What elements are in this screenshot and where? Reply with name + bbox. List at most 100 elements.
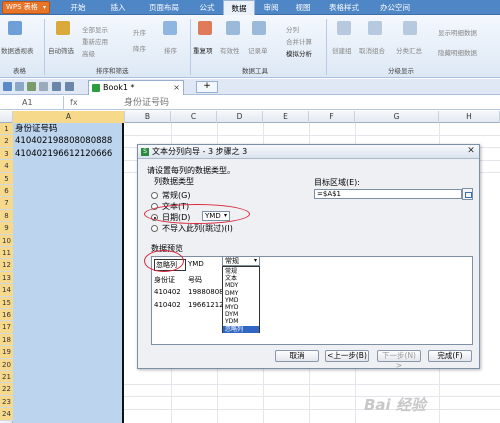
dropdown-item[interactable]: MDY (225, 282, 259, 289)
option-skip-label: 不导入此列(跳过)(I) (162, 224, 233, 233)
row-header[interactable]: 8 (0, 209, 13, 223)
redo-icon[interactable] (65, 82, 74, 91)
subtotal-button[interactable]: 分类汇总 (396, 45, 422, 55)
tab-formulas[interactable]: 公式 (190, 0, 224, 15)
row-header[interactable]: 3 (0, 147, 13, 161)
dropdown-item-selected[interactable]: 忽略列 (223, 325, 259, 333)
open-icon[interactable] (15, 82, 24, 91)
row-header[interactable]: 6 (0, 185, 13, 198)
sort-button[interactable]: 排序 (164, 45, 177, 55)
split-button[interactable]: 分列 (286, 24, 299, 34)
row-header[interactable]: 22 (0, 383, 13, 396)
tab-page-layout[interactable]: 页面布局 (138, 0, 190, 15)
tab-table-style[interactable]: 表格样式 (320, 0, 368, 15)
ungroup-button[interactable]: 取消组合 (359, 45, 385, 55)
cancel-button[interactable]: 取消 (275, 350, 319, 362)
target-range-input[interactable]: =$A$1 (314, 189, 462, 199)
row-header[interactable]: 13 (0, 271, 13, 285)
row-header[interactable]: 10 (0, 234, 13, 247)
cell-a3[interactable]: 410402196612120666 (15, 148, 112, 160)
row-header[interactable]: 4 (0, 160, 13, 173)
column-header-b[interactable]: B (125, 111, 171, 123)
row-header[interactable]: 18 (0, 333, 13, 347)
radio-general[interactable] (151, 192, 158, 199)
tab-data[interactable]: 数据 (223, 0, 255, 16)
row-header[interactable]: 11 (0, 247, 13, 260)
radio-skip[interactable] (151, 225, 158, 232)
cell-a2[interactable]: 410402198808080888 (15, 135, 112, 147)
data-preview-pane[interactable]: 忽略列 YMD 身份证 号码 410402 19880808 410402 19… (151, 256, 473, 345)
row-header[interactable]: 20 (0, 358, 13, 371)
document-tab[interactable]: Book1 * × (88, 80, 184, 95)
column-header-d[interactable]: D (217, 111, 263, 123)
whatif-button[interactable]: 模拟分析 (286, 48, 312, 58)
row-header[interactable]: 21 (0, 371, 13, 384)
row-header[interactable]: 1 (0, 123, 13, 136)
finish-button[interactable]: 完成(F) (428, 350, 472, 362)
close-icon[interactable]: × (173, 81, 180, 94)
pivot-table-button[interactable]: 数据透视表 (1, 45, 34, 55)
next-button[interactable]: 下一步(N) > (377, 350, 421, 370)
show-all-button[interactable]: 全部显示 (82, 24, 108, 34)
sort-desc-button[interactable]: 降序 (133, 43, 146, 53)
advanced-filter-button[interactable]: 高级 (82, 48, 95, 58)
cell-a1[interactable]: 身份证号码 (15, 123, 58, 135)
record-button[interactable]: 记录单 (248, 45, 268, 55)
preview-icon[interactable] (39, 82, 48, 91)
close-icon[interactable]: ✕ (466, 147, 476, 157)
row-header[interactable]: 14 (0, 284, 13, 297)
create-group-button[interactable]: 创建组 (332, 45, 352, 55)
column-header-a[interactable]: A (13, 111, 125, 123)
back-button[interactable]: <上一步(B) (325, 350, 369, 362)
row-header[interactable]: 2 (0, 135, 13, 148)
tab-insert[interactable]: 插入 (100, 0, 136, 15)
hide-detail-button[interactable]: 隐藏明细数据 (438, 47, 477, 57)
column-header-c[interactable]: C (171, 111, 217, 123)
autofilter-button[interactable]: 自动筛选 (48, 45, 74, 55)
sort-asc-button[interactable]: 升序 (133, 27, 146, 37)
row-header[interactable]: 5 (0, 172, 13, 185)
column-header-f[interactable]: F (309, 111, 355, 123)
dropdown-item[interactable]: DMY (225, 290, 259, 297)
row-header[interactable]: 7 (0, 197, 13, 210)
row-header[interactable]: 15 (0, 296, 13, 309)
consolidate-button[interactable]: 合并计算 (286, 36, 312, 46)
preview-col2-header[interactable]: YMD (188, 260, 204, 268)
dropdown-item[interactable]: MYD (225, 304, 259, 311)
show-detail-button[interactable]: 显示明细数据 (438, 27, 477, 37)
column-header-g[interactable]: G (355, 111, 439, 123)
dropdown-item[interactable]: YMD (225, 297, 259, 304)
tab-office-space[interactable]: 办公空间 (370, 0, 420, 15)
column-header-h[interactable]: H (439, 111, 500, 123)
new-tab-button[interactable]: + (196, 81, 218, 93)
row-header[interactable]: 9 (0, 222, 13, 235)
validation-button[interactable]: 有效性 (220, 45, 240, 55)
row-header[interactable]: 24 (0, 408, 13, 421)
dropdown-item[interactable]: YDM (225, 318, 259, 325)
column-header-e[interactable]: E (263, 111, 309, 123)
range-select-icon[interactable] (462, 188, 473, 200)
dropdown-item[interactable]: 文本 (225, 275, 259, 282)
row-header[interactable]: 23 (0, 395, 13, 409)
save-icon[interactable] (3, 82, 12, 91)
row-header[interactable]: 12 (0, 259, 13, 272)
tab-review[interactable]: 审阅 (256, 0, 286, 15)
formula-input[interactable]: 身份证号码 (124, 96, 169, 110)
row-header[interactable]: 19 (0, 346, 13, 359)
select-all-corner[interactable] (0, 111, 13, 123)
duplicates-button[interactable]: 重复项 (193, 45, 213, 55)
reapply-button[interactable]: 重新应用 (82, 36, 108, 46)
row-header[interactable]: 17 (0, 321, 13, 334)
column-type-dropdown[interactable]: 常规 文本 MDY DMY YMD MYD DYM YDM 忽略列 (222, 266, 260, 333)
dropdown-item[interactable]: DYM (225, 311, 259, 318)
fx-icon[interactable]: fx (70, 96, 78, 110)
row-header[interactable]: 16 (0, 309, 13, 322)
tab-view[interactable]: 视图 (288, 0, 318, 15)
tab-home[interactable]: 开始 (60, 0, 96, 15)
wps-menu-button[interactable]: WPS 表格 ▾ (2, 1, 50, 14)
print-icon[interactable] (27, 82, 36, 91)
preview-column-type-select[interactable]: 常规 ▾ (222, 256, 260, 266)
name-box[interactable]: A1 (0, 96, 64, 110)
undo-icon[interactable] (52, 82, 61, 91)
column-a-selection[interactable]: 身份证号码 410402198808080888 410402196612120… (13, 123, 124, 423)
